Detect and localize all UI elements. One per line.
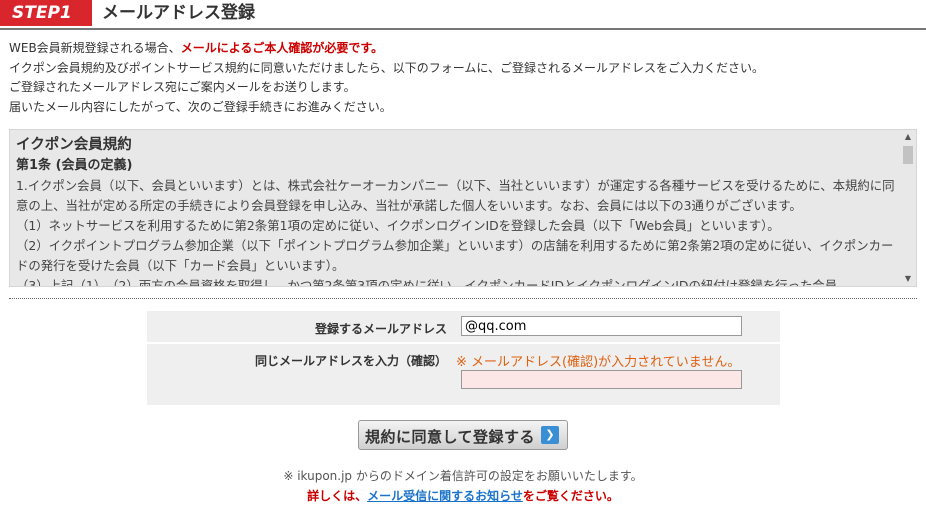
details-note: 詳しくは、メール受信に関するお知らせをご覧ください。: [0, 487, 926, 504]
agree-register-button-label: 規約に同意して登録する: [365, 428, 536, 446]
email-input[interactable]: [461, 316, 742, 336]
arrow-right-icon: ❯: [541, 426, 559, 444]
page-title: メールアドレス登録: [102, 3, 255, 23]
scroll-up-arrow-icon[interactable]: ▲: [900, 130, 916, 144]
mail-notice-link[interactable]: メール受信に関するお知らせ: [367, 489, 523, 503]
email-label: 登録するメールアドレス: [314, 322, 447, 336]
terms-item: （1）ネットサービスを利用するために第2条第1項の定めに従い、イクポンログインI…: [16, 218, 780, 233]
intro-text: WEB会員新規登録される場合、メールによるご本人確認が必要です。 イクポン会員規…: [9, 39, 909, 117]
confirm-email-error: ※ メールアドレス(確認)が入力されていません。: [456, 355, 741, 370]
confirm-email-label: 同じメールアドレスを入力（確認）: [254, 354, 447, 368]
intro-line-3: ご登録されたメールアドレス宛にご案内メールをお送りします。: [9, 80, 356, 94]
confirm-email-input[interactable]: [461, 370, 742, 389]
confirm-email-row: 同じメールアドレスを入力（確認） ※ メールアドレス(確認)が入力されていません…: [147, 344, 780, 405]
intro-line-1-prefix: WEB会員新規登録される場合、: [9, 41, 181, 55]
terms-scrollbar[interactable]: ▲ ▼: [900, 130, 916, 286]
scroll-down-arrow-icon[interactable]: ▼: [900, 272, 916, 286]
identity-check-notice: メールによるご本人確認が必要です。: [180, 41, 384, 55]
email-row: 登録するメールアドレス: [147, 311, 780, 342]
page-header: STEP1 メールアドレス登録: [0, 0, 926, 30]
intro-line-2: イクポン会員規約及びポイントサービス規約に同意いただけましたら、以下のフォームに…: [9, 60, 765, 75]
details-note-suffix: をご覧ください。: [522, 489, 619, 503]
terms-article-heading: 第1条 (会員の定義): [16, 158, 133, 173]
agree-register-button[interactable]: 規約に同意して登録する ❯: [358, 420, 568, 450]
intro-line-1: WEB会員新規登録される場合、メールによるご本人確認が必要です。: [9, 39, 909, 59]
terms-title: イクポン会員規約: [16, 137, 132, 153]
terms-scroll-box[interactable]: イクポン会員規約 第1条 (会員の定義) 1.イクポン会員（以下、会員といいます…: [9, 129, 917, 287]
terms-item: （3）上記（1）、（2）両方の会員資格を取得し、かつ第2条第3項の定めに従い、イ…: [16, 278, 838, 287]
scrollbar-thumb[interactable]: [903, 146, 913, 164]
terms-content: イクポン会員規約 第1条 (会員の定義) 1.イクポン会員（以下、会員といいます…: [16, 134, 896, 287]
terms-paragraph: 1.イクポン会員（以下、会員といいます）とは、株式会社ケーオーカンパニー（以下、…: [16, 178, 895, 213]
dotted-divider: [9, 298, 917, 299]
terms-item: （2）イクポイントプログラム参加企業（以下「ポイントプログラム参加企業」といいま…: [16, 238, 894, 273]
domain-permission-note: ※ ikupon.jp からのドメイン着信許可の設定をお願いいたします。: [283, 469, 643, 483]
intro-line-4: 届いたメール内容にしたがって、次のご登録手続きにお進みください。: [9, 99, 392, 114]
step-badge: STEP1: [0, 0, 92, 26]
details-note-prefix: 詳しくは、: [307, 489, 368, 503]
